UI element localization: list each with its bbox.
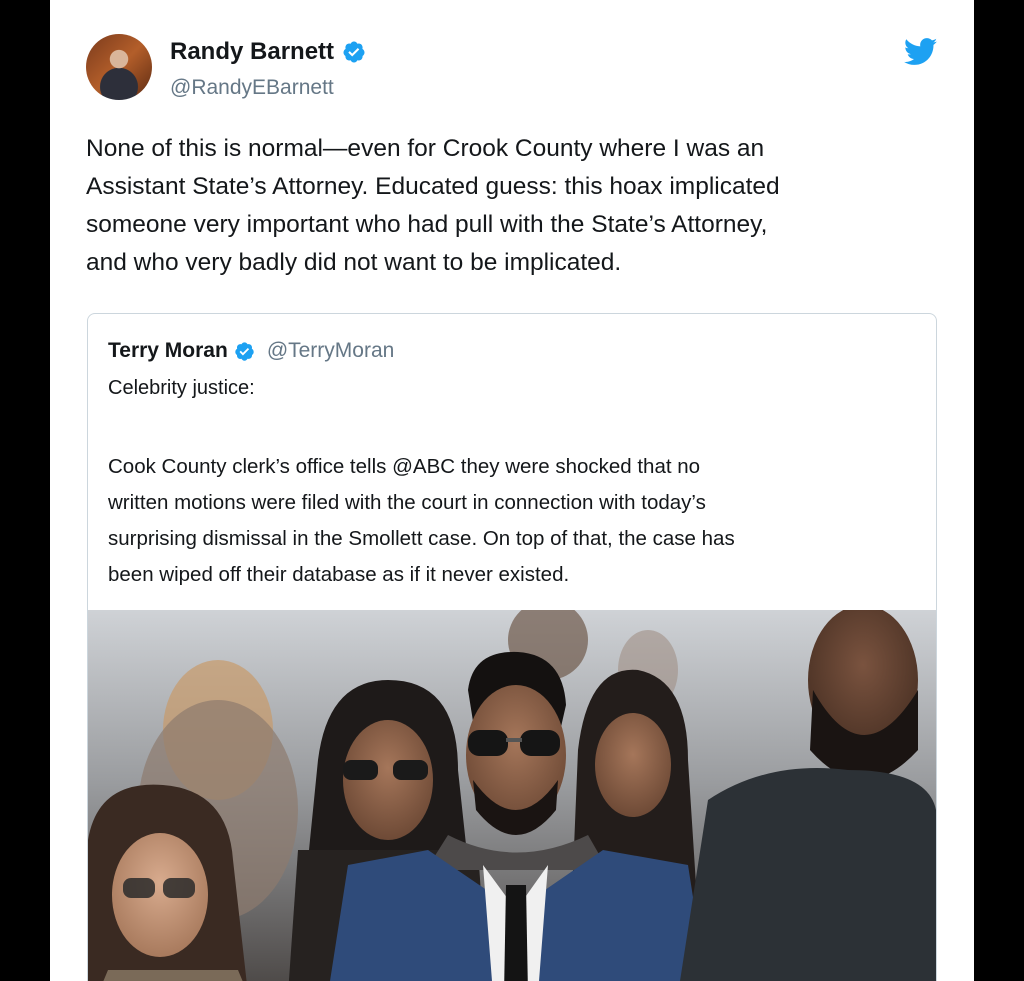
tweet-header: Randy Barnett @RandyEBarnett (86, 34, 938, 104)
tweet-text-line: None of this is normal—even for Crook Co… (86, 135, 765, 162)
verified-badge-icon (343, 41, 365, 63)
tweet-text: None of this is normal—even for Crook Co… (86, 130, 946, 282)
quoted-tweet-body-line: Cook County clerk’s office tells @ABC th… (108, 455, 701, 478)
quoted-tweet-header: Terry Moran @TerryMoran (108, 339, 394, 363)
author-handle[interactable]: @RandyEBarnett (170, 76, 334, 100)
quoted-tweet-first-line: Celebrity justice: (108, 377, 255, 399)
photo-illustration (88, 610, 936, 981)
author-name[interactable]: Randy Barnett (170, 38, 334, 66)
quoted-author-handle[interactable]: @TerryMoran (267, 339, 395, 363)
tweet-text-line: and who very badly did not want to be im… (86, 249, 622, 276)
quoted-tweet-body-line: been wiped off their database as if it n… (108, 563, 570, 586)
quoted-tweet-body-line: written motions were filed with the cour… (108, 491, 706, 514)
tweet-embed: Randy Barnett @RandyEBarnett None of thi… (50, 0, 974, 981)
quoted-author-name[interactable]: Terry Moran (108, 339, 228, 363)
twitter-bird-icon[interactable] (904, 38, 938, 66)
tweet-text-line: someone very important who had pull with… (86, 211, 768, 238)
quoted-tweet-body: Cook County clerk’s office tells @ABC th… (108, 449, 918, 593)
tweet-text-line: Assistant State’s Attorney. Educated gue… (86, 173, 780, 200)
quoted-tweet[interactable]: Terry Moran @TerryMoran Celebrity justic… (87, 313, 937, 981)
quoted-tweet-photo[interactable] (88, 610, 936, 981)
verified-badge-icon (235, 341, 254, 361)
avatar[interactable] (86, 34, 152, 100)
author-name-row[interactable]: Randy Barnett (170, 38, 366, 66)
quoted-tweet-body-line: surprising dismissal in the Smollett cas… (108, 527, 735, 550)
